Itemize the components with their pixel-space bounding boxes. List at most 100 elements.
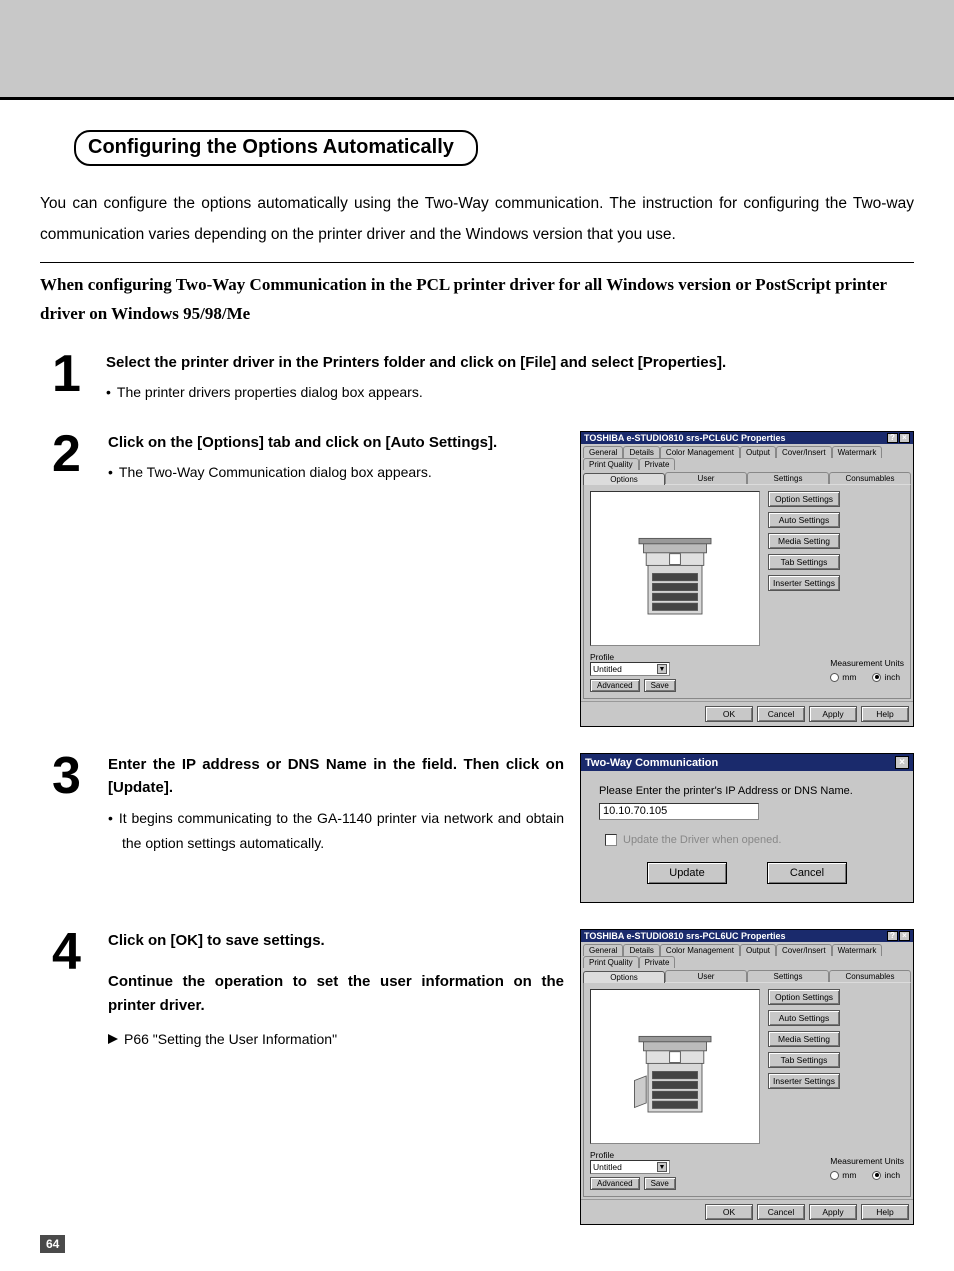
tab-consumables[interactable]: Consumables xyxy=(829,970,911,982)
step-number: 1 xyxy=(40,351,92,405)
tab-consumables[interactable]: Consumables xyxy=(829,472,911,484)
step-title: Enter the IP address or DNS Name in the … xyxy=(108,753,564,800)
step-note-text: It begins communicating to the GA-1140 p… xyxy=(119,810,564,851)
option-settings-button[interactable]: Option Settings xyxy=(768,989,840,1005)
radio-mm[interactable] xyxy=(830,673,839,682)
tab-color-management[interactable]: Color Management xyxy=(660,446,740,458)
tab-cover-insert[interactable]: Cover/Insert xyxy=(776,446,832,458)
close-icon[interactable]: × xyxy=(895,756,909,769)
step-1: 1 Select the printer driver in the Print… xyxy=(40,351,914,405)
tab-output[interactable]: Output xyxy=(740,944,776,956)
tab-watermark[interactable]: Watermark xyxy=(832,944,883,956)
tab-print-quality[interactable]: Print Quality xyxy=(583,458,639,470)
dialog-titlebar: Two-Way Communication × xyxy=(581,754,913,771)
units-label: Measurement Units xyxy=(830,658,904,668)
step-4: 4 Click on [OK] to save settings. Contin… xyxy=(40,929,914,1225)
profile-label: Profile xyxy=(590,652,676,662)
tab-row-2: Options User Settings Consumables xyxy=(581,470,913,484)
tab-watermark[interactable]: Watermark xyxy=(832,446,883,458)
option-settings-button[interactable]: Option Settings xyxy=(768,491,840,507)
dialog-title: Two-Way Communication xyxy=(585,757,718,769)
step-note-text: The Two-Way Communication dialog box app… xyxy=(119,464,432,480)
profile-combo[interactable]: Untitled ▼ xyxy=(590,662,670,676)
media-setting-button[interactable]: Media Setting xyxy=(768,533,840,549)
advanced-button[interactable]: Advanced xyxy=(590,679,640,692)
tab-cover-insert[interactable]: Cover/Insert xyxy=(776,944,832,956)
section-title: Configuring the Options Automatically xyxy=(74,130,478,166)
inserter-settings-button[interactable]: Inserter Settings xyxy=(768,1073,840,1089)
two-way-dialog: Two-Way Communication × Please Enter the… xyxy=(580,753,914,903)
tab-user[interactable]: User xyxy=(665,970,747,982)
help-icon[interactable]: ? xyxy=(887,433,898,443)
step-note: •The Two-Way Communication dialog box ap… xyxy=(108,460,564,485)
help-button[interactable]: Help xyxy=(861,706,909,722)
radio-mm[interactable] xyxy=(830,1171,839,1180)
printer-preview xyxy=(590,491,760,646)
ok-button[interactable]: OK xyxy=(705,1204,753,1220)
apply-button[interactable]: Apply xyxy=(809,1204,857,1220)
update-when-opened-checkbox[interactable] xyxy=(605,834,617,846)
printer-preview xyxy=(590,989,760,1144)
cancel-button[interactable]: Cancel xyxy=(757,706,805,722)
page-number: 64 xyxy=(40,1235,65,1253)
tab-details[interactable]: Details xyxy=(623,446,659,458)
close-icon[interactable]: × xyxy=(899,931,910,941)
advanced-button[interactable]: Advanced xyxy=(590,1177,640,1190)
close-icon[interactable]: × xyxy=(899,433,910,443)
help-icon[interactable]: ? xyxy=(887,931,898,941)
dialog-title: TOSHIBA e-STUDIO810 srs-PCL6UC Propertie… xyxy=(584,433,786,443)
cancel-button[interactable]: Cancel xyxy=(767,862,847,884)
profile-value: Untitled xyxy=(593,1162,622,1172)
radio-mm-label: mm xyxy=(842,672,856,682)
media-setting-button[interactable]: Media Setting xyxy=(768,1031,840,1047)
tab-user[interactable]: User xyxy=(665,472,747,484)
tab-general[interactable]: General xyxy=(583,944,623,956)
tab-details[interactable]: Details xyxy=(623,944,659,956)
tab-options[interactable]: Options xyxy=(583,473,665,485)
properties-dialog: TOSHIBA e-STUDIO810 srs-PCL6UC Propertie… xyxy=(580,431,914,727)
tab-private[interactable]: Private xyxy=(639,458,676,470)
radio-inch-label: inch xyxy=(884,672,900,682)
tab-general[interactable]: General xyxy=(583,446,623,458)
step-title-a: Click on [OK] to save settings. xyxy=(108,929,564,952)
dialog-titlebar: TOSHIBA e-STUDIO810 srs-PCL6UC Propertie… xyxy=(581,930,913,942)
step-note-text: The printer drivers properties dialog bo… xyxy=(117,384,423,400)
tab-print-quality[interactable]: Print Quality xyxy=(583,956,639,968)
tab-color-management[interactable]: Color Management xyxy=(660,944,740,956)
tab-options[interactable]: Options xyxy=(583,971,665,983)
radio-inch[interactable] xyxy=(872,673,881,682)
page-body: Configuring the Options Automatically Yo… xyxy=(0,100,954,1271)
tab-settings[interactable]: Settings xyxy=(747,472,829,484)
radio-inch[interactable] xyxy=(872,1171,881,1180)
profile-combo[interactable]: Untitled ▼ xyxy=(590,1160,670,1174)
cross-reference: P66 "Setting the User Information" xyxy=(108,1031,564,1047)
step-2: 2 Click on the [Options] tab and click o… xyxy=(40,431,914,727)
ip-prompt: Please Enter the printer's IP Address or… xyxy=(599,785,895,797)
ok-button[interactable]: OK xyxy=(705,706,753,722)
dialog-titlebar: TOSHIBA e-STUDIO810 srs-PCL6UC Propertie… xyxy=(581,432,913,444)
tab-private[interactable]: Private xyxy=(639,956,676,968)
tab-output[interactable]: Output xyxy=(740,446,776,458)
apply-button[interactable]: Apply xyxy=(809,706,857,722)
tab-row-1: General Details Color Management Output … xyxy=(581,942,913,968)
save-button[interactable]: Save xyxy=(644,1177,676,1190)
tab-settings-button[interactable]: Tab Settings xyxy=(768,554,840,570)
header-band xyxy=(0,0,954,100)
chevron-down-icon: ▼ xyxy=(657,664,667,674)
cancel-button[interactable]: Cancel xyxy=(757,1204,805,1220)
profile-label: Profile xyxy=(590,1150,676,1160)
help-button[interactable]: Help xyxy=(861,1204,909,1220)
step-number: 4 xyxy=(40,929,92,976)
inserter-settings-button[interactable]: Inserter Settings xyxy=(768,575,840,591)
step-title: Select the printer driver in the Printer… xyxy=(106,351,914,374)
update-button[interactable]: Update xyxy=(647,862,727,884)
chevron-down-icon: ▼ xyxy=(657,1162,667,1172)
tab-settings-button[interactable]: Tab Settings xyxy=(768,1052,840,1068)
auto-settings-button[interactable]: Auto Settings xyxy=(768,1010,840,1026)
step-title-b: Continue the operation to set the user i… xyxy=(108,970,564,1017)
tab-settings[interactable]: Settings xyxy=(747,970,829,982)
properties-dialog: TOSHIBA e-STUDIO810 srs-PCL6UC Propertie… xyxy=(580,929,914,1225)
save-button[interactable]: Save xyxy=(644,679,676,692)
ip-input[interactable]: 10.10.70.105 xyxy=(599,803,759,820)
auto-settings-button[interactable]: Auto Settings xyxy=(768,512,840,528)
